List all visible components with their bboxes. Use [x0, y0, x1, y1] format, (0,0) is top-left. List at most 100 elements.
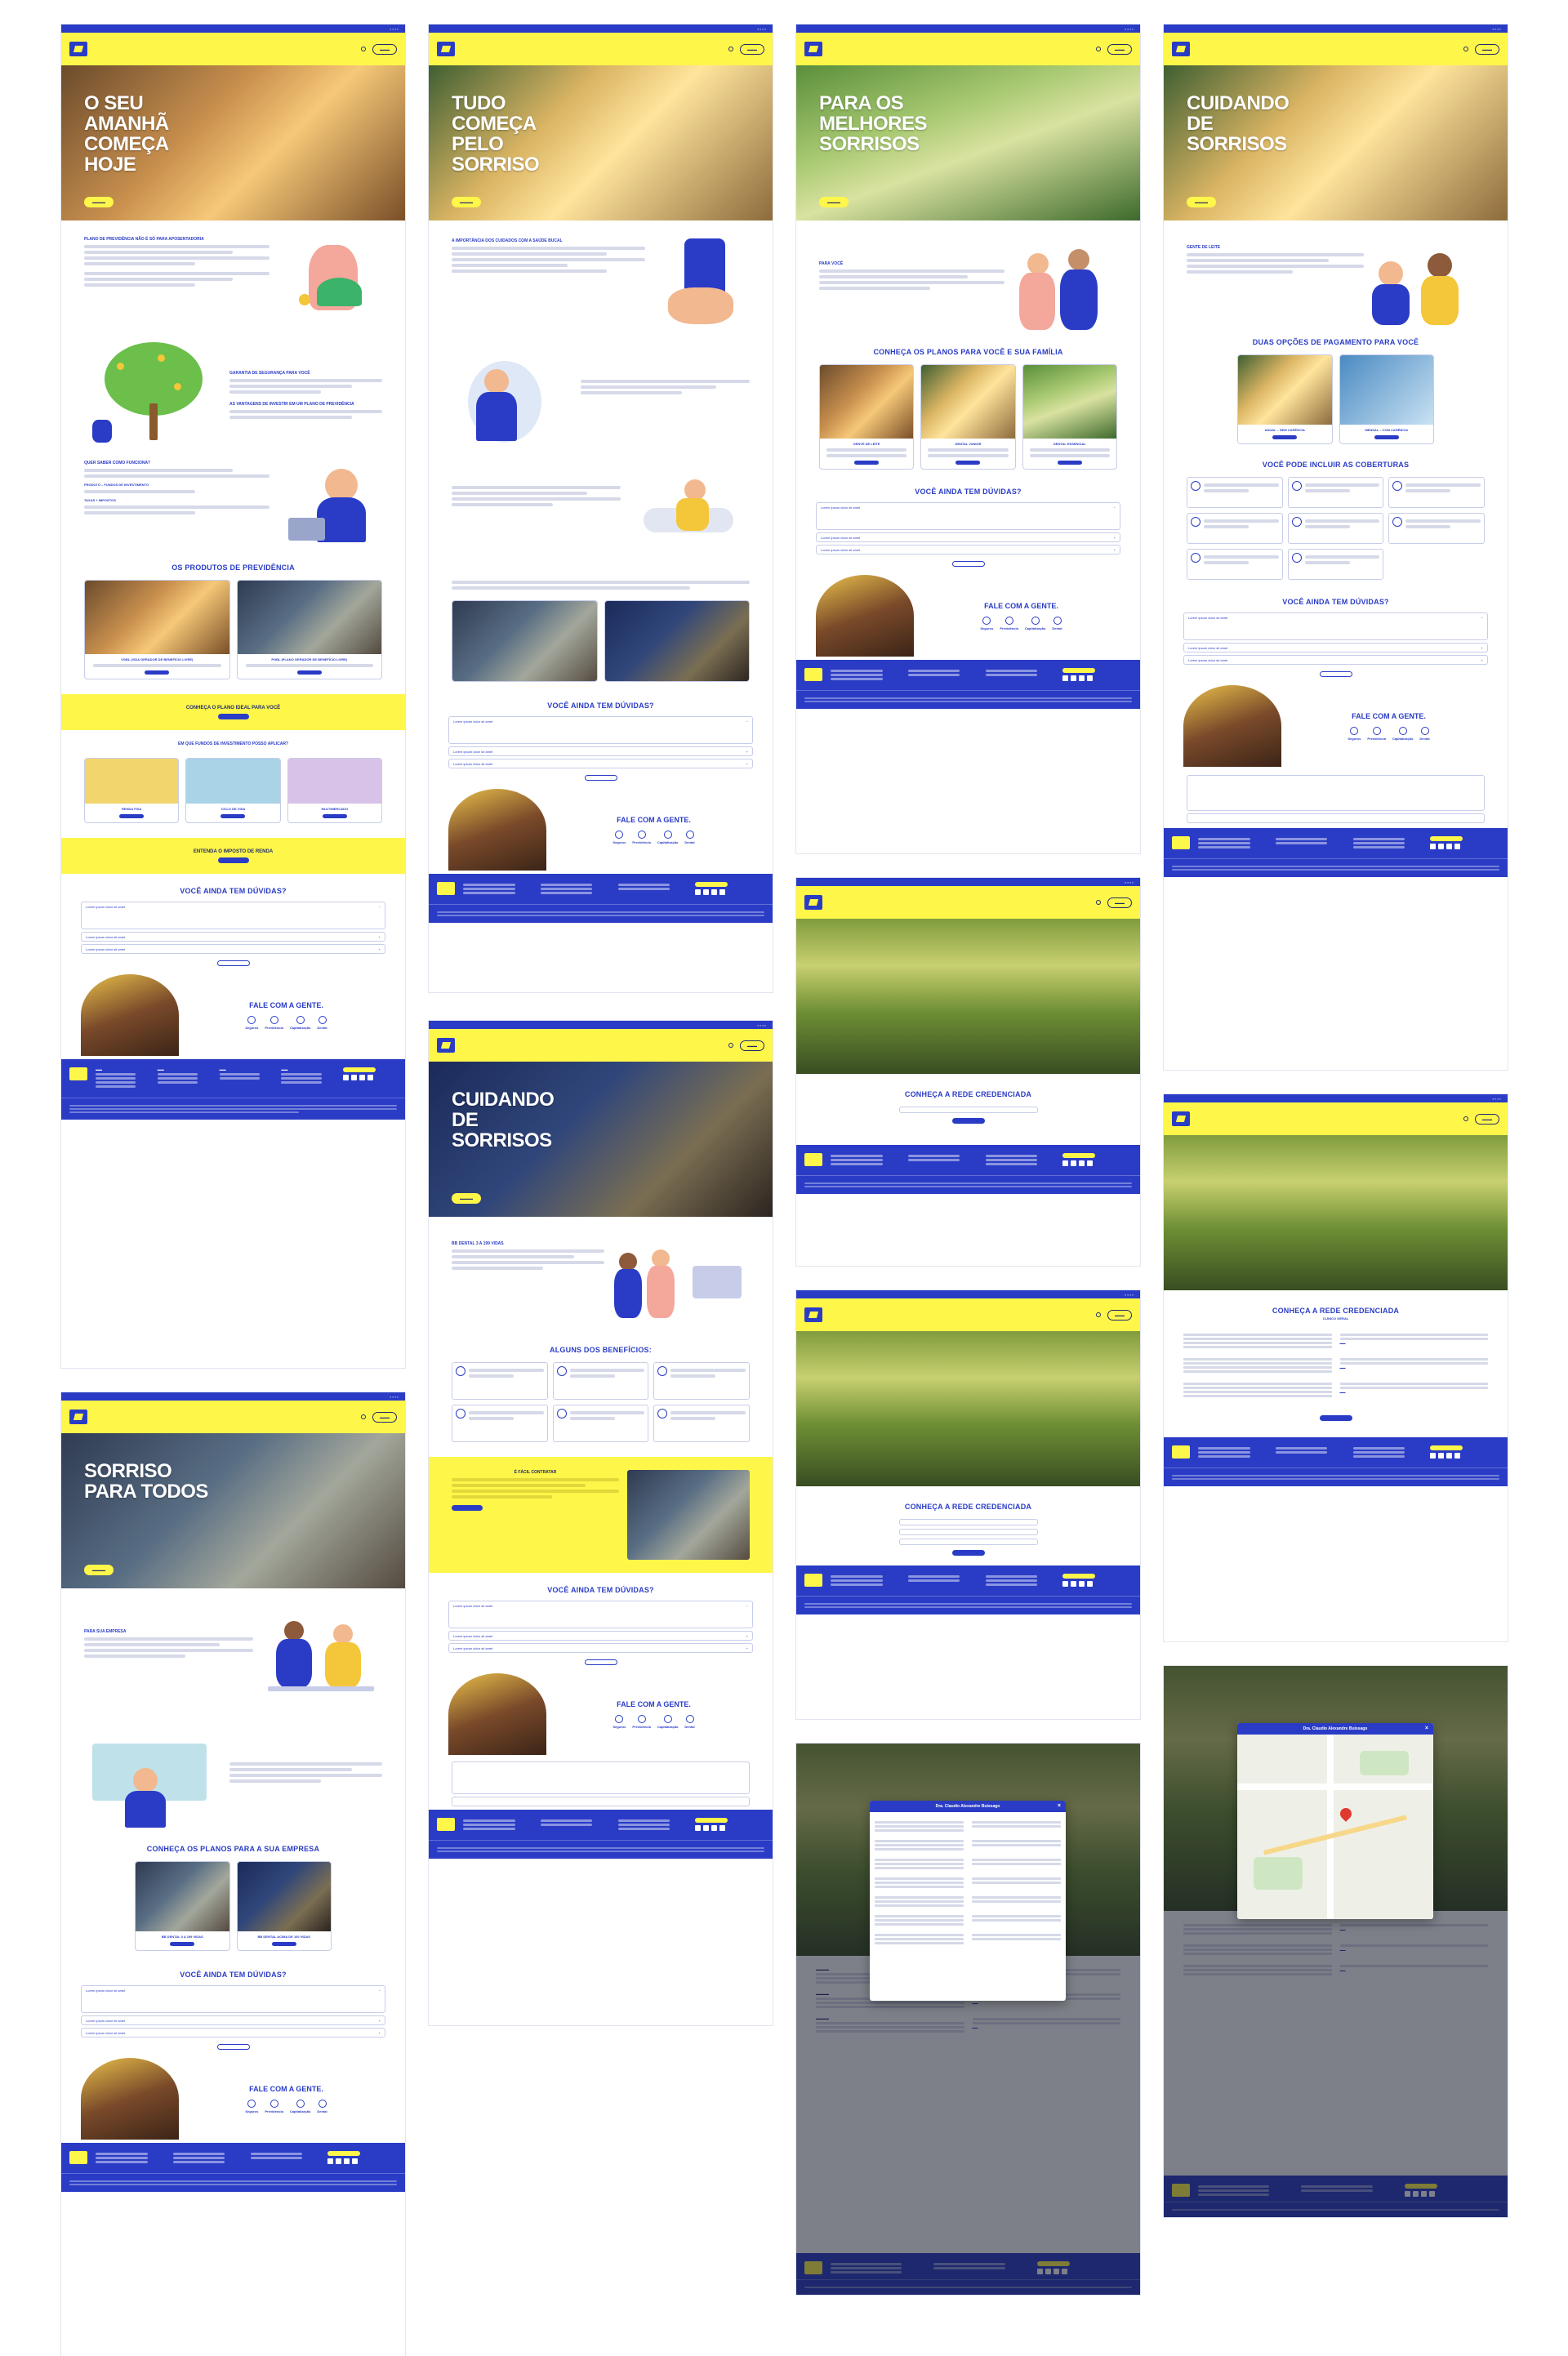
faq-item[interactable]: Lorem ipsum dolor sit amet + — [81, 932, 385, 942]
benefit-tile[interactable] — [452, 1405, 548, 1442]
bb-dental-logo[interactable] — [1172, 42, 1190, 56]
bb-dental-logo[interactable] — [1172, 1111, 1190, 1126]
plan-card-gente-de-leite[interactable]: GENTE DE LEITE — [819, 364, 915, 470]
faq-item[interactable]: Lorem ipsum dolor sit amet + — [816, 545, 1120, 554]
faq-item[interactable]: Lorem ipsum dolor sit amet − — [448, 1601, 753, 1628]
specialty-select[interactable] — [898, 1107, 1038, 1113]
close-icon[interactable]: × — [1425, 1726, 1428, 1731]
contact-link[interactable]: Seguros — [245, 2099, 258, 2113]
bb-dental-logo[interactable] — [69, 1410, 87, 1424]
plan-card-dental-junior[interactable]: DENTAL JUNIOR — [920, 364, 1016, 470]
contact-link[interactable]: Capitalização — [290, 1015, 310, 1030]
fund-card-button[interactable] — [322, 814, 347, 818]
contact-link[interactable]: Dental — [317, 2099, 327, 2113]
youtube-icon[interactable] — [368, 1075, 374, 1080]
close-icon[interactable]: × — [1058, 1803, 1061, 1809]
header-cta-button[interactable]: ▬▬▬ — [372, 43, 397, 55]
contact-link[interactable]: Dental — [684, 1714, 695, 1729]
payment-card-button[interactable] — [1272, 435, 1298, 439]
faq-item[interactable]: Lorem ipsum dolor sit amet + — [1183, 643, 1488, 652]
faq-item[interactable]: Lorem ipsum dolor sit amet + — [81, 2028, 385, 2038]
plan-card-button[interactable] — [854, 461, 880, 465]
bb-seguros-logo[interactable] — [69, 42, 87, 56]
twitter-icon[interactable] — [351, 1075, 358, 1080]
contact-link[interactable]: Seguros — [1348, 726, 1361, 741]
product-card-button[interactable] — [145, 670, 170, 675]
header-cta-button[interactable]: ▬▬▬ — [372, 1411, 397, 1423]
header-cta-button[interactable]: ▬▬▬ — [1107, 43, 1132, 55]
contact-link[interactable]: Capitalização — [1025, 616, 1045, 630]
benefit-tile[interactable] — [452, 1362, 548, 1400]
faq-more-button[interactable] — [216, 2044, 250, 2050]
header-cta-button[interactable]: ▬▬▬ — [1107, 897, 1132, 908]
plan-card-button[interactable] — [956, 461, 981, 465]
contact-link[interactable]: Dental — [317, 1015, 327, 1030]
coverage-tile[interactable] — [1187, 513, 1283, 544]
contact-link[interactable]: Seguros — [612, 1714, 626, 1729]
instagram-icon[interactable] — [359, 1075, 366, 1080]
plan-card-dental-essencial[interactable]: DENTAL ESSENCIAL — [1022, 364, 1117, 470]
map-view[interactable] — [1237, 1735, 1433, 1919]
hero-cta-button[interactable]: ▬▬▬▬ — [84, 197, 114, 207]
map-link[interactable]: ▬▬ — [1340, 1342, 1489, 1345]
faq-item[interactable]: Lorem ipsum dolor sit amet + — [448, 759, 753, 768]
header-cta-button[interactable]: ▬▬▬ — [1475, 43, 1499, 55]
hero-cta-button[interactable]: ▬▬▬▬ — [819, 197, 849, 207]
faq-item[interactable]: Lorem ipsum dolor sit amet − — [81, 1985, 385, 2013]
faq-item[interactable]: Lorem ipsum dolor sit amet + — [448, 1631, 753, 1641]
contact-link[interactable]: Dental — [1052, 616, 1062, 630]
contact-link[interactable]: Seguros — [980, 616, 993, 630]
header-cta-button[interactable]: ▬▬▬ — [740, 43, 764, 55]
product-card-button[interactable] — [296, 670, 322, 675]
plan-card-button[interactable] — [271, 1942, 296, 1946]
payment-card-mensal[interactable]: MENSAL – COM CARÊNCIA — [1339, 354, 1434, 444]
contact-link[interactable]: Capitalização — [1392, 726, 1413, 741]
hero-cta-button[interactable]: ▬▬▬▬ — [84, 1565, 114, 1575]
load-more-button[interactable] — [1319, 1415, 1352, 1421]
faq-more-button[interactable] — [584, 775, 617, 781]
contact-link[interactable]: Capitalização — [657, 830, 678, 844]
faq-item[interactable]: Lorem ipsum dolor sit amet − — [448, 716, 753, 744]
contact-link[interactable]: Dental — [1419, 726, 1430, 741]
contact-link[interactable]: Previdência — [632, 1714, 651, 1729]
fund-card-button[interactable] — [119, 814, 145, 818]
search-button[interactable] — [951, 1118, 985, 1124]
search-icon[interactable] — [1463, 47, 1468, 51]
faq-item[interactable]: Lorem ipsum dolor sit amet − — [1183, 612, 1488, 640]
coverage-tile[interactable] — [1388, 477, 1485, 508]
plan-card-100-plus[interactable]: BB DENTAL ACIMA DE 100 VIDAS — [236, 1861, 332, 1951]
bb-dental-logo[interactable] — [437, 42, 455, 56]
map-link[interactable]: ▬▬ — [1340, 1366, 1489, 1370]
coverage-tile[interactable] — [1287, 513, 1384, 544]
contact-link[interactable]: Previdência — [265, 2099, 283, 2113]
map-pin-icon[interactable] — [1338, 1806, 1354, 1822]
product-card-pgbl[interactable]: PGBL (PLANO GERADOR DE BENEFÍCIO LIVRE) — [236, 580, 382, 679]
coverage-tile[interactable] — [1388, 513, 1485, 544]
fund-card-renda-fixa[interactable]: RENDA FIXA — [84, 758, 180, 823]
contact-link[interactable]: Dental — [684, 830, 695, 844]
coverage-tile[interactable] — [1287, 477, 1384, 508]
product-card-vgbl[interactable]: VGBL (VIDA GERADOR DE BENEFÍCIO LIVRE) — [84, 580, 230, 679]
coverage-tile[interactable] — [1187, 477, 1283, 508]
header-cta-button[interactable]: ▬▬▬ — [1107, 1309, 1132, 1321]
contact-link[interactable]: Previdência — [1367, 726, 1386, 741]
coverage-tile[interactable] — [1187, 549, 1283, 580]
header-cta-button[interactable]: ▬▬▬ — [1475, 1113, 1499, 1125]
bb-dental-logo[interactable] — [804, 42, 822, 56]
search-icon[interactable] — [728, 47, 733, 51]
search-icon[interactable] — [1096, 900, 1101, 905]
faq-item[interactable]: Lorem ipsum dolor sit amet − — [81, 902, 385, 929]
coverage-tile[interactable] — [1287, 549, 1384, 580]
contact-link[interactable]: Capitalização — [290, 2099, 310, 2113]
search-icon[interactable] — [728, 1043, 733, 1048]
faq-more-button[interactable] — [1319, 671, 1352, 677]
contact-link[interactable]: Capitalização — [657, 1714, 678, 1729]
faq-more-button[interactable] — [584, 1659, 617, 1665]
hero-cta-button[interactable]: ▬▬▬▬ — [1187, 197, 1216, 207]
fund-card-ciclo-de-vida[interactable]: CICLO DE VIDA — [185, 758, 281, 823]
benefit-tile[interactable] — [552, 1405, 649, 1442]
contact-link[interactable]: Seguros — [245, 1015, 258, 1030]
search-icon[interactable] — [361, 47, 366, 51]
payment-card-button[interactable] — [1374, 435, 1399, 439]
bb-dental-logo[interactable] — [804, 1307, 822, 1322]
